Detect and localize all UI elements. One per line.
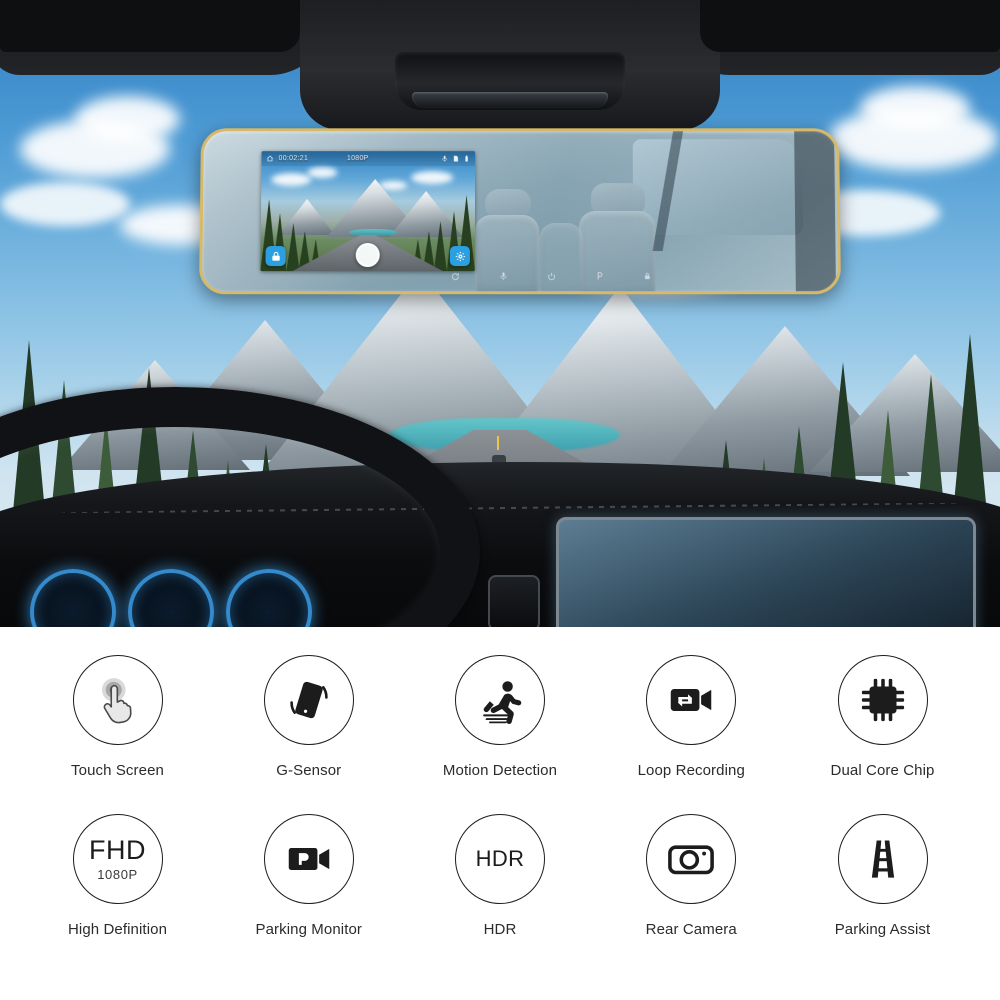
feature-icon-circle: FHD 1080P: [72, 814, 163, 904]
feature-icon-circle: [72, 655, 163, 745]
power-icon[interactable]: [547, 272, 556, 281]
home-icon[interactable]: [266, 151, 274, 167]
feature-touch-screen[interactable]: Touch Screen: [30, 655, 205, 780]
feature-label: Dual Core Chip: [830, 762, 935, 779]
center-infotainment-screen: [556, 517, 976, 627]
reset-icon[interactable]: [451, 272, 460, 281]
feature-parking-monitor[interactable]: Parking Monitor: [221, 814, 396, 939]
cloud: [0, 182, 130, 226]
feature-dual-core-chip[interactable]: Dual Core Chip: [795, 655, 970, 780]
resolution-label: 1080P: [346, 155, 369, 163]
feature-icon-circle: [263, 814, 354, 904]
feature-icon-circle: HDR: [455, 814, 545, 904]
feature-label: Loop Recording: [637, 762, 745, 779]
status-icons-group: [441, 154, 470, 163]
running-person-icon: [483, 681, 522, 725]
feature-motion-detection[interactable]: Motion Detection: [413, 655, 588, 780]
console-light-strip: [412, 92, 608, 108]
device-bezel-controls: [451, 268, 652, 284]
feature-label: Rear Camera: [645, 921, 737, 938]
feature-row-1: Touch Screen G-Sensor Motion Detection L…: [30, 655, 970, 780]
feature-label: Parking Monitor: [255, 921, 363, 938]
hero-photo: 00:02:21 1080P: [0, 0, 1000, 627]
screen-status-bar: 00:02:21 1080P: [261, 151, 476, 167]
microphone-icon: [443, 156, 448, 162]
feature-label: G-Sensor: [276, 762, 342, 779]
microphone-icon[interactable]: [499, 271, 508, 281]
feature-label: HDR: [483, 921, 517, 938]
dashcam-screen[interactable]: 00:02:21 1080P: [260, 151, 476, 272]
sd-card-icon: [454, 156, 459, 162]
feature-icon-circle: [837, 814, 928, 904]
product-feature-page: 00:02:21 1080P Touch Screen G-Sensor Mot…: [0, 0, 1000, 1000]
touch-hand-icon: [101, 678, 132, 724]
visor-edge-right: [700, 0, 1000, 52]
rear-view-mirror-dashcam[interactable]: 00:02:21 1080P: [198, 128, 842, 295]
feature-high-definition[interactable]: FHD 1080P High Definition: [30, 814, 205, 939]
feature-grid: Touch Screen G-Sensor Motion Detection L…: [0, 627, 1000, 1000]
feature-loop-recording[interactable]: Loop Recording: [604, 655, 779, 780]
parking-icon[interactable]: [595, 271, 604, 281]
feature-icon-circle: [837, 655, 928, 745]
fhd-subtext: 1080P: [97, 866, 138, 882]
feature-icon-circle: [455, 655, 545, 745]
hdr-text-icon: HDR: [475, 846, 525, 871]
recording-timer: 00:02:21: [278, 155, 309, 163]
fhd-text-icon: FHD: [89, 834, 146, 865]
settings-gear-button[interactable]: [449, 246, 470, 267]
feature-icon-circle: [646, 655, 737, 745]
feature-g-sensor[interactable]: G-Sensor: [221, 655, 396, 780]
battery-icon: [466, 155, 469, 162]
cpu-chip-icon: [861, 678, 904, 722]
feature-label: High Definition: [67, 921, 168, 938]
feature-parking-assist[interactable]: Parking Assist: [795, 814, 970, 939]
feature-hdr[interactable]: HDR HDR: [413, 814, 588, 939]
feature-icon-circle: [263, 655, 354, 745]
lock-record-button[interactable]: [265, 246, 286, 267]
road-lanes-icon: [871, 840, 894, 878]
feature-label: Parking Assist: [834, 921, 931, 938]
visor-edge-left: [0, 0, 300, 52]
car-headliner: [0, 0, 1000, 130]
shutter-button[interactable]: [355, 243, 380, 268]
lock-icon[interactable]: [643, 271, 651, 281]
feature-label: Motion Detection: [442, 762, 558, 779]
feature-label: Touch Screen: [71, 762, 164, 779]
air-vent: [488, 575, 540, 627]
feature-row-2: FHD 1080P High Definition Parking Monito…: [30, 814, 970, 939]
feature-rear-camera[interactable]: Rear Camera: [604, 814, 779, 939]
reflected-pillar: [794, 131, 837, 295]
feature-icon-circle: [646, 814, 737, 904]
phone-tilt-icon: [290, 681, 328, 719]
loop-video-camera-icon: [671, 689, 712, 711]
car-dashboard: [0, 387, 1000, 627]
parking-video-camera-icon: [288, 848, 329, 870]
photo-camera-icon: [668, 845, 715, 875]
